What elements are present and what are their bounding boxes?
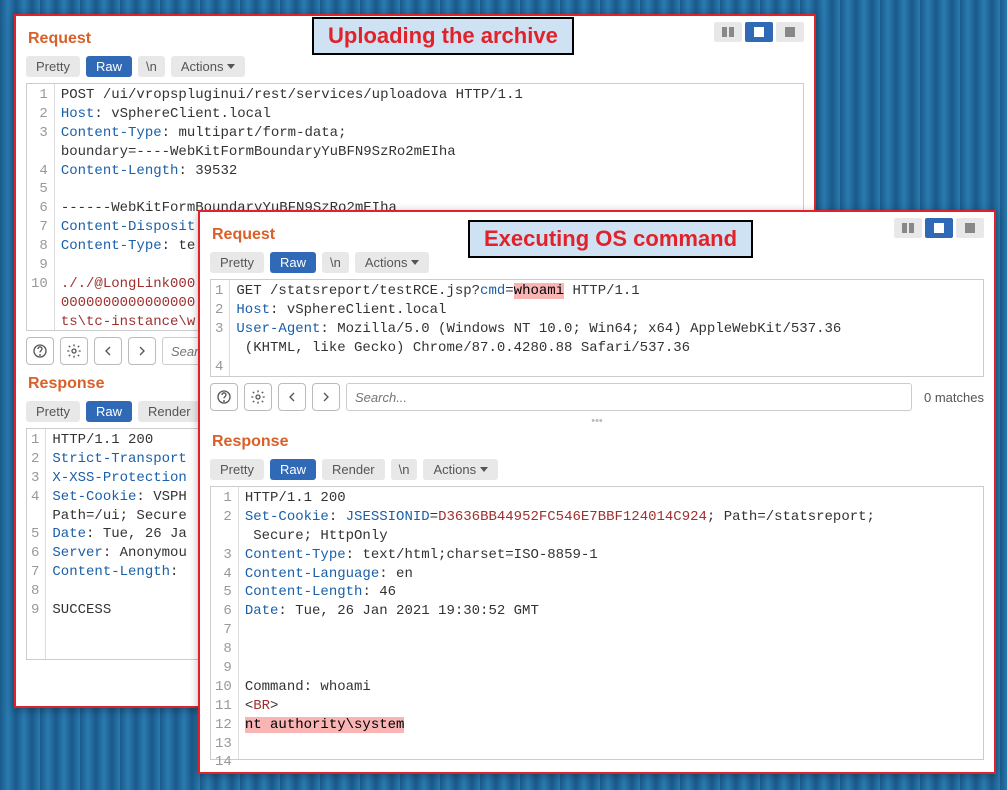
- tab-pretty[interactable]: Pretty: [210, 252, 264, 273]
- actions-menu[interactable]: Actions: [355, 252, 430, 273]
- tab-pretty[interactable]: Pretty: [26, 401, 80, 422]
- request-code[interactable]: GET /statsreport/testRCE.jsp?cmd=whoami …: [230, 280, 847, 376]
- settings-button[interactable]: [244, 383, 272, 411]
- line-gutter: 1 2 3 4 5 6 7 8 9 10 11 12 13 14: [211, 487, 239, 759]
- panel-execute: Request Pretty Raw \n Actions 1 2 3 4 GE…: [198, 210, 996, 774]
- tab-raw[interactable]: Raw: [86, 56, 132, 77]
- newline-toggle[interactable]: \n: [391, 459, 418, 480]
- prev-button[interactable]: [278, 383, 306, 411]
- layout-combined-button[interactable]: [956, 218, 984, 238]
- newline-toggle[interactable]: \n: [138, 56, 165, 77]
- chevron-down-icon: [411, 260, 419, 265]
- line-gutter: 1 2 3 4 5 6 7 8 9: [27, 429, 46, 659]
- chevron-down-icon: [480, 467, 488, 472]
- line-gutter: 1 2 3 4: [211, 280, 230, 376]
- newline-toggle[interactable]: \n: [322, 252, 349, 273]
- settings-button[interactable]: [60, 337, 88, 365]
- prev-button[interactable]: [94, 337, 122, 365]
- actions-label: Actions: [365, 255, 408, 270]
- match-count: 0 matches: [924, 390, 984, 405]
- response-code[interactable]: HTTP/1.1 200Set-Cookie: JSESSIONID=D3636…: [239, 487, 881, 759]
- line-gutter: 1 2 3 4 5 6 7 8 9 10: [27, 84, 55, 330]
- chevron-down-icon: [227, 64, 235, 69]
- tab-raw[interactable]: Raw: [270, 459, 316, 480]
- layout-buttons: [711, 22, 804, 42]
- help-button[interactable]: [210, 383, 238, 411]
- layout-horizontal-button[interactable]: [894, 218, 922, 238]
- tab-pretty[interactable]: Pretty: [210, 459, 264, 480]
- title-upload: Uploading the archive: [312, 17, 574, 55]
- response-label: Response: [212, 433, 984, 451]
- tab-raw[interactable]: Raw: [86, 401, 132, 422]
- layout-horizontal-button[interactable]: [714, 22, 742, 42]
- request-viewer[interactable]: 1 2 3 4 GET /statsreport/testRCE.jsp?cmd…: [210, 279, 984, 377]
- tab-render[interactable]: Render: [138, 401, 201, 422]
- next-button[interactable]: [312, 383, 340, 411]
- search-input[interactable]: [346, 383, 912, 411]
- request-bottombar: 0 matches: [210, 383, 984, 411]
- title-execute: Executing OS command: [468, 220, 753, 258]
- tab-pretty[interactable]: Pretty: [26, 56, 80, 77]
- actions-menu[interactable]: Actions: [423, 459, 498, 480]
- layout-buttons: [891, 218, 984, 238]
- actions-label: Actions: [181, 59, 224, 74]
- layout-vertical-button[interactable]: [745, 22, 773, 42]
- tab-raw[interactable]: Raw: [270, 252, 316, 273]
- divider-dots: •••: [210, 415, 984, 427]
- response-code[interactable]: HTTP/1.1 200Strict-TransportX-XSS-Protec…: [46, 429, 192, 659]
- tab-render[interactable]: Render: [322, 459, 385, 480]
- request-toolbar: Pretty Raw \n Actions: [26, 56, 804, 77]
- layout-combined-button[interactable]: [776, 22, 804, 42]
- actions-menu[interactable]: Actions: [171, 56, 246, 77]
- actions-label: Actions: [433, 462, 476, 477]
- layout-vertical-button[interactable]: [925, 218, 953, 238]
- help-button[interactable]: [26, 337, 54, 365]
- response-viewer[interactable]: 1 2 3 4 5 6 7 8 9 10 11 12 13 14 HTTP/1.…: [210, 486, 984, 760]
- response-toolbar: Pretty Raw Render \n Actions: [210, 459, 984, 480]
- next-button[interactable]: [128, 337, 156, 365]
